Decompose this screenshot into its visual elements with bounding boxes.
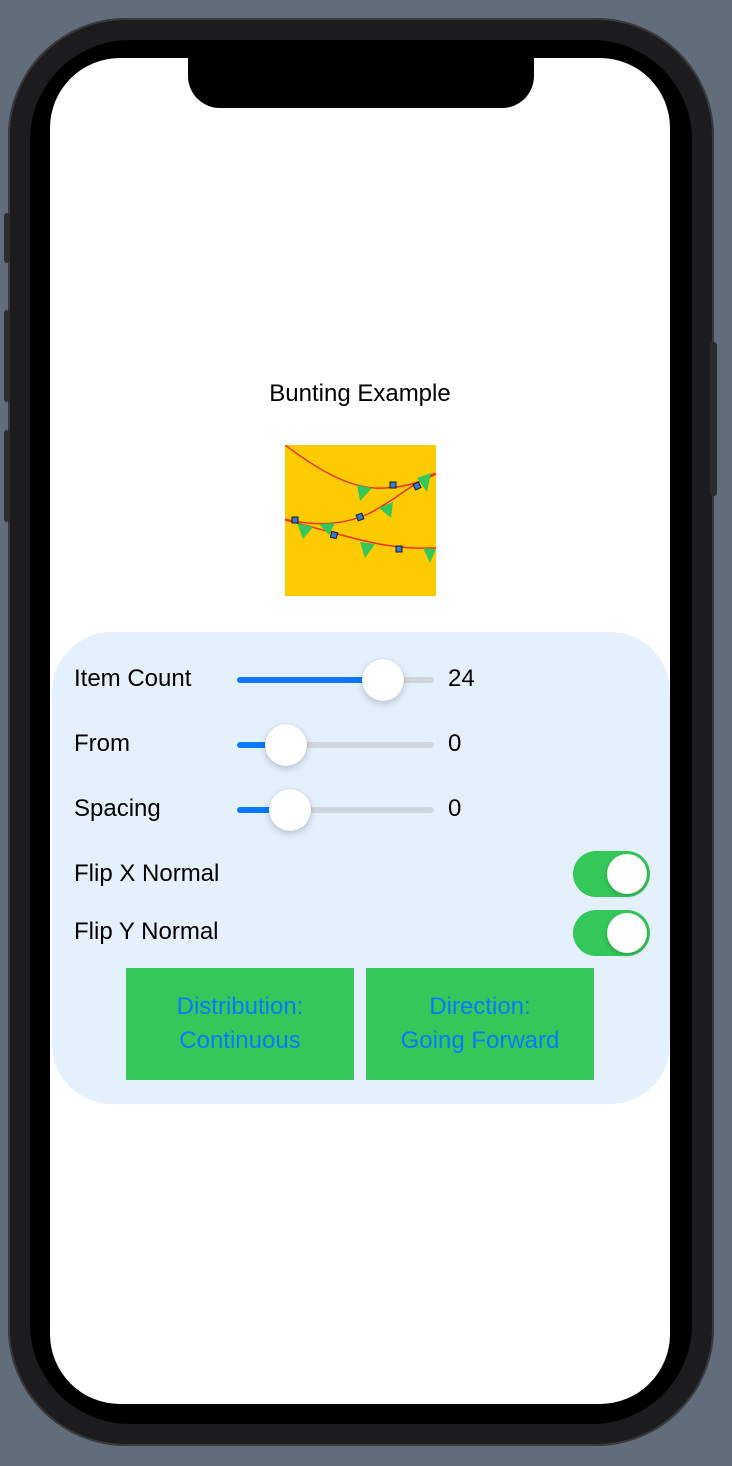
app-screen: Bunting Example Item Count 24 From 0 Spa… [50,58,670,1404]
flip-y-label: Flip Y Normal [74,918,219,945]
flip-x-toggle[interactable] [573,851,650,897]
from-value: 0 [448,730,462,757]
bunting-marker [395,545,403,553]
bunting-string-3 [285,519,436,549]
bunting-marker [389,481,397,489]
bunting-flag [360,542,375,558]
toggle-knob [607,854,647,894]
spacing-value: 0 [448,795,462,822]
item-count-value: 24 [448,665,475,692]
controls-panel: Item Count 24 From 0 Spacing 0 Flip X No… [52,632,670,1104]
from-slider[interactable] [237,724,434,766]
volume-down-button [4,430,10,522]
notch [188,58,534,108]
bunting-flag [423,548,436,563]
page-title: Bunting Example [269,380,451,407]
direction-button[interactable]: Direction: Going Forward [366,968,594,1080]
toggle-knob [607,913,647,953]
bunting-string-1 [285,445,436,489]
distribution-button-title: Distribution: [176,993,304,1020]
slider-fill [237,677,383,683]
bunting-marker [291,516,299,524]
distribution-button[interactable]: Distribution: Continuous [126,968,354,1080]
spacing-label: Spacing [74,795,161,822]
spacing-slider[interactable] [237,789,434,831]
power-button [710,342,717,496]
flip-y-toggle[interactable] [573,910,650,956]
direction-button-title: Direction: [429,993,531,1020]
bunting-marker [329,530,339,540]
item-count-label: Item Count [74,665,192,692]
slider-thumb[interactable] [265,724,308,766]
bunting-flag [297,523,313,539]
slider-thumb[interactable] [361,659,404,701]
bunting-illustration [285,445,436,563]
from-label: From [74,730,130,757]
item-count-slider[interactable] [237,659,434,701]
slider-thumb[interactable] [269,789,312,831]
distribution-button-value: Continuous [179,1027,301,1054]
volume-up-button [4,310,10,402]
silent-switch [4,213,10,263]
direction-button-value: Going Forward [400,1027,560,1054]
flip-x-label: Flip X Normal [74,860,220,887]
bunting-preview [285,445,436,596]
bunting-marker [355,512,365,522]
